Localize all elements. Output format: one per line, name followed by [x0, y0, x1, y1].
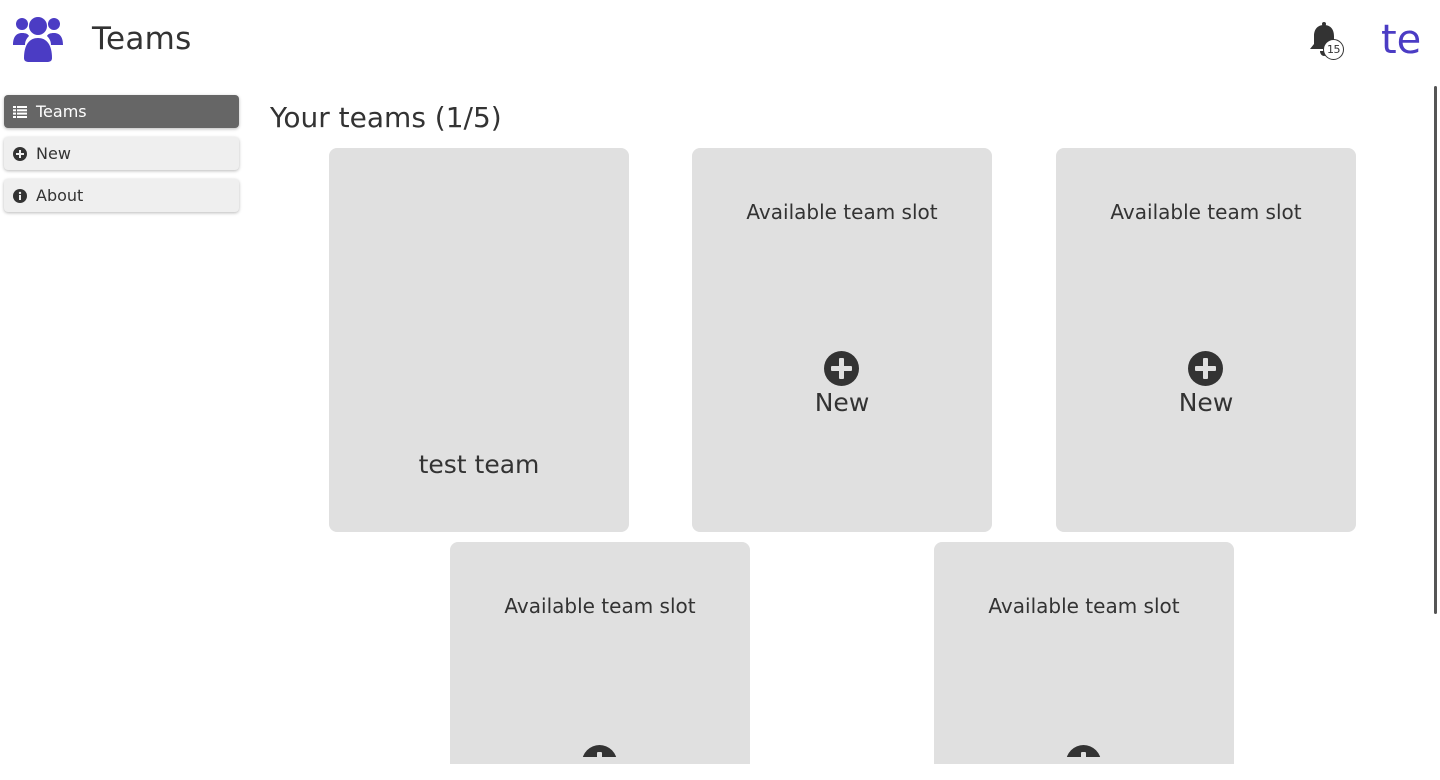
app-header: Teams 15 te [0, 0, 1440, 80]
team-slot-card[interactable]: Available team slot [934, 542, 1234, 764]
sidebar-item-new[interactable]: New [4, 137, 239, 170]
sidebar: Teams New About [4, 95, 240, 221]
team-slot-card[interactable]: Available team slot [450, 542, 750, 764]
users-icon [13, 17, 63, 62]
sidebar-item-about[interactable]: About [4, 179, 239, 212]
info-circle-icon [13, 188, 27, 203]
user-avatar[interactable]: te [1381, 14, 1421, 66]
new-team-label: New [814, 388, 870, 417]
slot-label: Available team slot [746, 200, 938, 224]
sidebar-item-label: Teams [36, 102, 87, 121]
sidebar-item-label: About [36, 186, 84, 205]
team-card[interactable]: test team [329, 148, 629, 532]
app-title: Teams [92, 21, 192, 57]
plus-circle-icon [1188, 351, 1223, 386]
plus-circle-icon [1066, 745, 1101, 780]
page-title: Your teams (1/5) [270, 101, 502, 134]
new-team-label: New [1178, 388, 1234, 417]
plus-circle-icon [582, 745, 617, 780]
plus-circle-icon [13, 146, 27, 161]
plus-circle-icon [824, 351, 859, 386]
slot-label: Available team slot [504, 594, 696, 618]
sidebar-item-label: New [36, 144, 71, 163]
sidebar-item-teams[interactable]: Teams [4, 95, 239, 128]
team-slot-card[interactable]: Available team slot New [1056, 148, 1356, 532]
scrollbar[interactable] [1434, 86, 1437, 614]
notifications-button[interactable]: 15 [1309, 22, 1345, 62]
team-slot-card[interactable]: Available team slot New [692, 148, 992, 532]
list-icon [13, 105, 27, 119]
team-name: test team [418, 450, 540, 479]
slot-label: Available team slot [988, 594, 1180, 618]
notification-count-badge: 15 [1323, 39, 1344, 60]
slot-label: Available team slot [1110, 200, 1302, 224]
